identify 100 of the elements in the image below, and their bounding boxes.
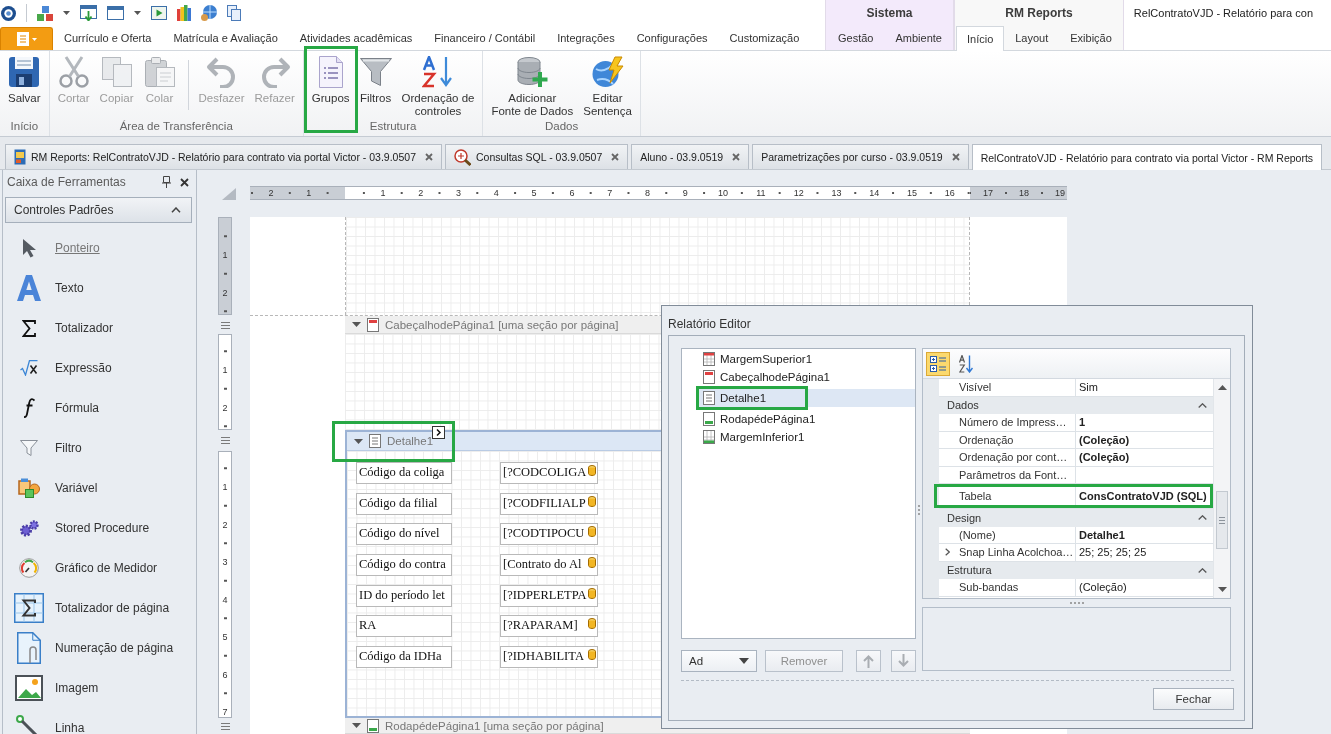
toolbox-item[interactable]: Expressão	[3, 348, 196, 388]
arrow-up-icon[interactable]	[1217, 385, 1227, 390]
sigma-icon	[22, 319, 36, 337]
property-value[interactable]: ConsContratoVJD (SQL)	[1076, 488, 1207, 504]
ribbon-tab[interactable]: Customização	[718, 26, 811, 50]
toolbox-item[interactable]: Variável	[3, 468, 196, 508]
window-download-icon[interactable]	[80, 5, 97, 21]
ruler-number: 17	[982, 187, 994, 199]
property-category[interactable]: Dados	[947, 398, 979, 413]
globe-icon[interactable]	[201, 5, 217, 21]
squares-icon[interactable]	[37, 5, 53, 21]
grip-lines-icon[interactable]	[220, 437, 230, 444]
caret-up-icon[interactable]	[1198, 567, 1207, 573]
toolbox-item[interactable]: Fórmula	[3, 388, 196, 428]
scissors-icon	[57, 56, 90, 88]
ribbon-tab[interactable]: Ambiente	[884, 26, 953, 50]
toolbox-item[interactable]: Totalizador	[3, 308, 196, 348]
ruler-number: 11	[755, 187, 767, 199]
sort-controls-button[interactable]: Ordenação de controles	[397, 52, 479, 120]
collapse-triangle-icon[interactable]	[352, 723, 361, 728]
add-data-source-button[interactable]: Adicionar Fonte de Dados	[487, 52, 578, 120]
ruler-number: 5	[530, 187, 538, 199]
ribbon-tab[interactable]: Layout	[1004, 26, 1060, 50]
ribbon-tab[interactable]: Gestão	[827, 26, 885, 50]
property-value[interactable]: Detalhe1	[1076, 526, 1125, 543]
chevron-right-icon[interactable]	[945, 548, 950, 557]
close-icon[interactable]	[611, 153, 620, 161]
ribbon-tab[interactable]: Financeiro / Contábil	[423, 26, 547, 50]
groups-button[interactable]: Grupos	[307, 52, 354, 120]
close-icon[interactable]	[180, 177, 189, 187]
close-icon[interactable]	[732, 153, 741, 161]
property-name: Número de Impress…	[957, 414, 1076, 431]
property-value[interactable]: 25; 25; 25; 25	[1076, 544, 1147, 561]
ribbon-tab[interactable]: Exibição	[1059, 26, 1123, 50]
play-window-icon[interactable]	[151, 6, 167, 20]
pin-icon[interactable]	[162, 176, 171, 188]
band-list-item[interactable]: MargemSuperior1	[697, 350, 915, 368]
collapse-triangle-icon[interactable]	[354, 438, 363, 444]
band-header[interactable]: Detalhe1	[347, 432, 661, 451]
toolbox-item[interactable]: Numeração de página	[3, 628, 196, 668]
band-header[interactable]: CabeçalhodePágina1 [uma seção por página]	[345, 316, 663, 334]
toolbox-item[interactable]: Ponteiro	[3, 228, 196, 268]
band-list-item[interactable]: CabeçalhodePágina1	[697, 368, 915, 386]
toolbox-item[interactable]: Imagem	[3, 668, 196, 708]
ribbon-tab[interactable]: Início	[955, 26, 1005, 51]
document-tab[interactable]: Consultas SQL - 03.9.0507	[445, 144, 629, 169]
close-icon[interactable]	[425, 153, 433, 161]
close-button[interactable]: Fechar	[1153, 688, 1234, 710]
collapse-triangle-icon[interactable]	[352, 322, 361, 327]
ribbon-tab[interactable]: Integrações	[546, 26, 626, 50]
ribbon-tab[interactable]: Matrícula e Avaliação	[162, 26, 289, 50]
close-icon[interactable]	[951, 153, 960, 161]
window-icon[interactable]	[107, 6, 124, 20]
ring-icon[interactable]	[1, 5, 16, 21]
ruler-number: 1	[379, 187, 387, 199]
property-category[interactable]: Estrutura	[947, 563, 992, 578]
application-menu-button[interactable]	[0, 27, 53, 50]
property-value[interactable]: Sim	[1076, 379, 1098, 396]
ruler-number: 2	[417, 187, 425, 199]
toolbox-item[interactable]: Linha	[3, 708, 196, 734]
chevron-box-icon[interactable]	[432, 426, 445, 439]
property-value[interactable]: (Coleção)	[1076, 579, 1127, 596]
band-list-item[interactable]: MargemInferior1	[697, 428, 915, 446]
arrow-down-icon[interactable]	[1217, 587, 1227, 592]
toolbox-item[interactable]: Texto	[3, 268, 196, 308]
scrollbar-thumb[interactable]	[1216, 491, 1228, 549]
grip-lines-icon[interactable]	[220, 321, 230, 329]
toolbox-item[interactable]: Filtro	[3, 428, 196, 468]
property-value[interactable]: (Coleção)	[1076, 431, 1130, 448]
property-category[interactable]: Design	[947, 510, 982, 525]
ribbon-tab[interactable]: Atividades acadêmicas	[288, 26, 424, 50]
toolbox-item[interactable]: Gráfico de Medidor	[3, 548, 196, 588]
caret-icon[interactable]	[63, 11, 70, 15]
save-button[interactable]: Salvar	[4, 52, 45, 120]
copy-icon[interactable]	[227, 5, 241, 21]
color-stripes-icon[interactable]	[177, 5, 191, 21]
document-tab[interactable]: Parametrizações por curso - 03.9.0519	[752, 144, 969, 169]
grip-lines-icon[interactable]	[220, 722, 230, 730]
document-tab[interactable]: RM Reports: RelContratoVJD - Relatório para contrato via portal Victor - 03.9.0507	[5, 144, 442, 169]
ribbon-group-label: Área de Transferência	[118, 120, 234, 134]
document-tab[interactable]: Aluno - 03.9.0519	[631, 144, 750, 169]
caret-icon[interactable]	[134, 11, 141, 15]
ribbon-tab[interactable]: Configurações	[625, 26, 719, 50]
add-dropdown[interactable]: Ad	[681, 650, 757, 672]
band-list-item[interactable]: RodapédePágina1	[697, 410, 915, 428]
toolbox-group-header[interactable]: Controles Padrões	[5, 197, 192, 223]
ribbon-tab[interactable]: Currículo e Oferta	[53, 26, 163, 50]
document-tab[interactable]: RelContratoVJD - Relatório para contrato via portal Victor - RM Reports	[971, 144, 1323, 170]
property-value[interactable]: (Coleção)	[1076, 449, 1130, 466]
toolbox-item[interactable]: Totalizador de página	[3, 588, 196, 628]
ruler-number: 5	[222, 631, 228, 643]
caret-up-icon[interactable]	[1198, 402, 1207, 408]
property-value[interactable]: 1	[1076, 414, 1086, 431]
filters-button[interactable]: Filtros	[355, 52, 396, 120]
band-list-item[interactable]: Detalhe1	[697, 389, 915, 407]
edit-query-button[interactable]: Editar Sentença	[579, 52, 636, 120]
italic-f-icon	[23, 398, 35, 418]
categorized-view-button[interactable]	[926, 351, 950, 376]
caret-up-icon[interactable]	[1198, 515, 1207, 521]
toolbox-item[interactable]: Stored Procedure	[3, 508, 196, 548]
